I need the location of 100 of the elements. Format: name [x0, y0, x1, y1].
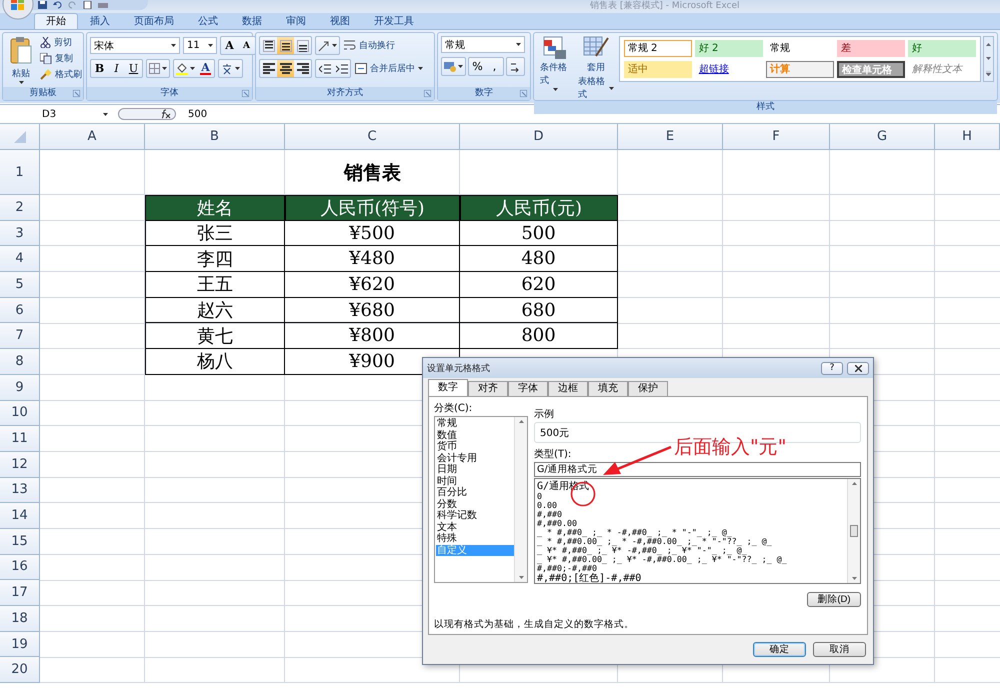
row-header[interactable]: 4	[0, 246, 40, 272]
copy-button[interactable]: 复制	[39, 52, 83, 65]
print-preview-icon[interactable]	[83, 1, 92, 9]
column-header[interactable]: B	[145, 124, 285, 150]
row-header[interactable]: 8	[0, 349, 40, 375]
paste-button[interactable]: 粘贴	[6, 36, 36, 87]
category-item[interactable]: 日期	[436, 464, 514, 476]
format-item[interactable]: _ ¥* #,##0.00_ ;_ ¥* -#,##0.00_ ;_ ¥* "-"??_ ;_ @_	[535, 555, 847, 564]
category-list[interactable]: 常规 数值 货币 会计专用 日期 时间 百分比 分数 科学记数 文本 特殊 自定义	[434, 416, 528, 583]
format-item[interactable]: _ ¥* #,##0_ ;_ ¥* -#,##0_ ;_ ¥* "-"_ ;_ @_	[535, 546, 847, 555]
format-item[interactable]: _ * #,##0_ ;_ * -#,##0_ ;_ * "-"_ ;_ @_	[535, 528, 847, 537]
row-header[interactable]: 9	[0, 374, 40, 400]
scroll-up-icon[interactable]	[518, 420, 524, 423]
scroll-up-icon[interactable]	[852, 482, 856, 485]
italic-button[interactable]: I	[108, 60, 125, 77]
row-header[interactable]: 16	[0, 554, 40, 580]
format-list[interactable]	[534, 478, 861, 584]
category-item[interactable]: 科学记数	[436, 510, 514, 522]
category-item[interactable]: 常规	[436, 418, 514, 430]
help-button[interactable]: ?	[821, 362, 843, 374]
ribbon-tab[interactable]: 开发工具	[362, 13, 426, 29]
comma-button[interactable]: ,	[486, 58, 503, 75]
row-header[interactable]: 15	[0, 528, 40, 555]
column-header[interactable]: F	[723, 124, 830, 150]
format-item[interactable]: #,##0	[535, 510, 847, 519]
format-painter-button[interactable]: 格式刷	[39, 68, 83, 81]
align-button[interactable]	[260, 60, 277, 77]
grow-font-button[interactable]: A	[221, 37, 238, 54]
format-item[interactable]: #,##0;-#,##0	[535, 564, 847, 573]
name-box[interactable]: D3	[0, 106, 112, 122]
ribbon-tab[interactable]: 开始	[34, 13, 78, 29]
conditional-format-button[interactable]: 条件格式	[537, 36, 573, 101]
dialog-tab[interactable]: 保护	[628, 381, 668, 396]
column-header[interactable]: G	[830, 124, 935, 150]
dialog-tab[interactable]: 填充	[588, 381, 628, 396]
format-item[interactable]: #,##0.00	[535, 519, 847, 528]
row-header[interactable]: 12	[0, 452, 40, 478]
category-item[interactable]: 文本	[436, 522, 514, 533]
cell-style[interactable]: 常规 2	[624, 40, 692, 57]
underline-button[interactable]: U	[125, 60, 142, 77]
format-item[interactable]: _ * #,##0.00_ ;_ * -#,##0.00_ ;_ * "-"??_ ;_ @_	[535, 537, 847, 546]
border-button[interactable]	[147, 60, 169, 77]
shrink-font-button[interactable]: A	[238, 37, 255, 54]
ribbon-tab[interactable]: 视图	[318, 13, 362, 29]
category-item[interactable]: 货币	[436, 441, 514, 452]
row-header[interactable]: 17	[0, 580, 40, 606]
row-header[interactable]: 11	[0, 426, 40, 452]
row-header[interactable]: 20	[0, 657, 40, 684]
dialog-tab[interactable]: 数字	[428, 379, 468, 396]
column-header[interactable]: E	[618, 124, 723, 150]
format-item[interactable]: #,##0;[红色]-#,##0	[535, 573, 847, 583]
dialog-tab[interactable]: 字体	[508, 381, 548, 396]
align-button[interactable]	[294, 60, 311, 77]
category-item[interactable]: 数值	[436, 430, 514, 441]
align-button[interactable]	[277, 37, 294, 54]
column-header[interactable]: C	[285, 124, 460, 150]
row-header[interactable]: 13	[0, 478, 40, 504]
row-header[interactable]: 2	[0, 195, 40, 221]
wrap-text-button[interactable]: 自动换行	[343, 39, 396, 52]
category-item[interactable]: 会计专用	[436, 452, 514, 464]
dialog-tab[interactable]: 边框	[548, 381, 588, 396]
align-button[interactable]	[294, 37, 311, 54]
formula-value[interactable]: 500	[182, 108, 208, 120]
type-input-field[interactable]: G/通用格式元	[534, 462, 861, 477]
ribbon-tab[interactable]: 公式	[186, 13, 230, 29]
cancel-button[interactable]: 取消	[813, 642, 866, 657]
font-name-field[interactable]: 宋体	[90, 37, 180, 54]
scroll-up-icon[interactable]	[986, 42, 991, 46]
number-format-field[interactable]: 常规	[441, 36, 525, 53]
row-header[interactable]: 10	[0, 400, 40, 426]
cell-style[interactable]: 适中	[624, 61, 692, 78]
undo-icon[interactable]	[53, 1, 62, 9]
scroll-down-icon[interactable]	[852, 577, 856, 580]
merge-center-button[interactable]: 合并后居中	[354, 62, 424, 75]
table-format-button[interactable]: 套用 表格格式	[575, 36, 617, 101]
scroll-thumb-icon[interactable]	[850, 525, 858, 537]
cell-style[interactable]: 好 2	[694, 40, 763, 57]
delete-button[interactable]: 删除(D)	[807, 592, 861, 607]
scroll-down-icon[interactable]	[518, 576, 524, 579]
row-header[interactable]: 19	[0, 632, 40, 658]
row-header[interactable]: 3	[0, 220, 40, 246]
column-header[interactable]: A	[40, 124, 145, 150]
row-header[interactable]: 1	[0, 150, 40, 195]
ok-button[interactable]: 确定	[753, 642, 806, 657]
cell-style[interactable]: 差	[836, 40, 905, 57]
ribbon-tab[interactable]: 数据	[230, 13, 274, 29]
column-header[interactable]: H	[935, 124, 1000, 150]
percent-button[interactable]: %	[469, 58, 486, 75]
category-item[interactable]: 时间	[436, 476, 514, 487]
row-header[interactable]: 18	[0, 606, 40, 632]
row-header[interactable]: 7	[0, 323, 40, 350]
cut-button[interactable]: 剪切	[39, 36, 83, 49]
align-button[interactable]	[260, 37, 277, 54]
bold-button[interactable]: B	[91, 60, 108, 77]
category-item[interactable]: 分数	[436, 498, 514, 510]
category-item[interactable]: 特殊	[436, 533, 514, 544]
close-button[interactable]	[847, 362, 869, 374]
ribbon-tab[interactable]: 插入	[78, 13, 122, 29]
align-button[interactable]	[277, 60, 294, 77]
row-header[interactable]: 14	[0, 503, 40, 529]
